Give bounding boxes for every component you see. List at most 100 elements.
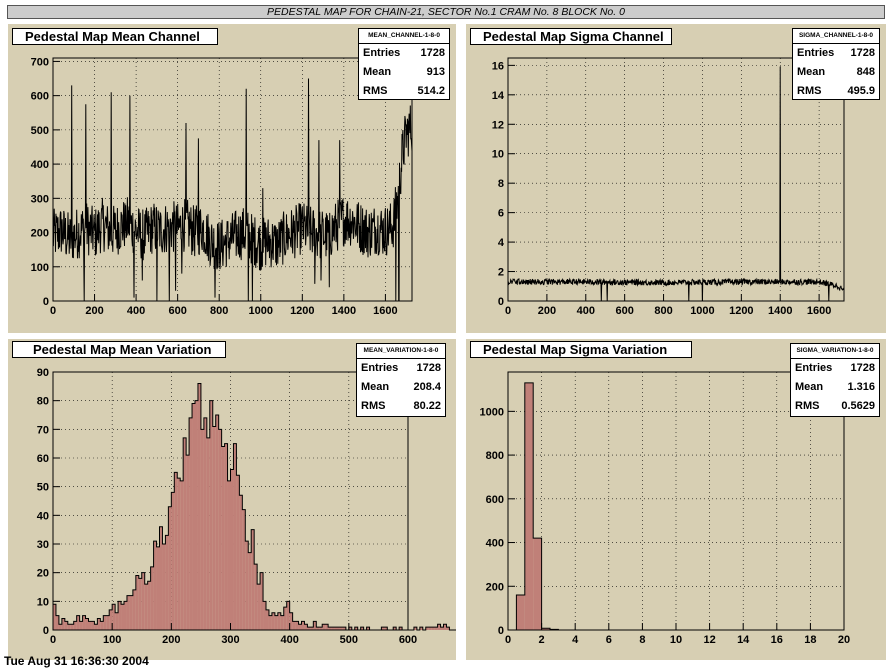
histogram-bar bbox=[100, 621, 104, 630]
histogram-bar bbox=[115, 612, 119, 630]
y-tick-label: 20 bbox=[37, 568, 49, 580]
histogram-bar bbox=[88, 621, 92, 630]
histogram-bar bbox=[533, 538, 542, 630]
x-tick-label: 0 bbox=[50, 634, 56, 646]
rms-value: 0.5629 bbox=[841, 400, 875, 412]
y-tick-label: 10 bbox=[37, 596, 49, 608]
x-tick-label: 2 bbox=[539, 634, 545, 646]
histogram-bar bbox=[192, 403, 195, 630]
y-tick-label: 8 bbox=[498, 178, 504, 190]
y-tick-label: 4 bbox=[498, 237, 505, 249]
y-tick-label: 0 bbox=[498, 296, 504, 308]
y-tick-label: 100 bbox=[31, 262, 49, 274]
y-tick-label: 0 bbox=[43, 296, 49, 308]
histogram-bar bbox=[174, 472, 178, 630]
histogram-bar bbox=[203, 417, 207, 630]
y-tick-label: 2 bbox=[498, 267, 504, 279]
y-tick-label: 700 bbox=[31, 56, 49, 68]
x-tick-label: 0 bbox=[505, 634, 511, 646]
x-tick-label: 800 bbox=[654, 305, 672, 317]
x-tick-label: 1000 bbox=[249, 305, 273, 317]
pad-mean-variation[interactable]: 0 100 200 300 400 500 600 0 10 20 30 40 50 60 70 80 90 P… bbox=[8, 339, 456, 660]
y-tick-label: 12 bbox=[492, 119, 504, 131]
y-tick-label: 600 bbox=[31, 91, 49, 103]
histogram-bar bbox=[121, 604, 124, 630]
mean-label: Mean bbox=[797, 66, 826, 78]
entries-label: Entries bbox=[795, 362, 833, 374]
x-tick-label: 1400 bbox=[332, 305, 356, 317]
histogram-bar bbox=[165, 535, 169, 630]
x-tick-label: 200 bbox=[538, 305, 556, 317]
rms-label: RMS bbox=[361, 400, 386, 412]
stats-box-sigma-channel[interactable]: SIGMA_CHANNEL-1-8-0 Entries 1728 Mean 848 … bbox=[792, 28, 880, 100]
mean-label: Mean bbox=[363, 66, 392, 78]
x-tick-label: 0 bbox=[505, 305, 511, 317]
y-tick-label: 16 bbox=[492, 60, 504, 72]
histogram-bar bbox=[292, 621, 296, 630]
histogram-bar bbox=[124, 601, 127, 630]
y-tick-label: 30 bbox=[37, 539, 49, 551]
y-tick-label: 1000 bbox=[480, 406, 504, 418]
x-tick-label: 8 bbox=[639, 634, 645, 646]
y-tick-label: 300 bbox=[31, 193, 49, 205]
data-trace bbox=[507, 66, 845, 302]
histogram-bar bbox=[257, 584, 261, 630]
entries-value: 1728 bbox=[420, 47, 445, 59]
mean-value: 913 bbox=[426, 66, 445, 78]
pad-mean-channel[interactable]: 0 200 400 600 800 1000 1200 1400 1600 0 100 200 300 4… bbox=[8, 24, 456, 333]
y-tick-label: 14 bbox=[492, 90, 505, 102]
mean-value: 1.316 bbox=[847, 381, 875, 393]
histogram-bar bbox=[180, 480, 184, 630]
histogram-bar bbox=[171, 492, 175, 630]
rms-label: RMS bbox=[795, 400, 820, 412]
histogram-bar bbox=[186, 455, 190, 630]
y-tick-label: 80 bbox=[37, 396, 49, 408]
y-tick-label: 90 bbox=[37, 367, 49, 379]
entries-label: Entries bbox=[363, 47, 401, 59]
x-tick-label: 1400 bbox=[768, 305, 792, 317]
y-tick-label: 400 bbox=[31, 159, 49, 171]
x-tick-label: 1600 bbox=[373, 305, 397, 317]
x-tick-label: 16 bbox=[771, 634, 783, 646]
pad-sigma-channel[interactable]: 0 200 400 600 800 1000 1200 1400 1600 0 2 4 6 8 10 12 14… bbox=[466, 24, 886, 333]
histogram-bar bbox=[129, 595, 133, 630]
x-tick-label: 600 bbox=[615, 305, 633, 317]
histogram-bar bbox=[94, 624, 98, 630]
stats-box-sigma-variation[interactable]: SIGMA_VARIATION-1-8-0 Entries 1728 Mean 1.… bbox=[790, 343, 880, 417]
x-tick-label: 1200 bbox=[729, 305, 753, 317]
mean-value: 848 bbox=[856, 66, 875, 78]
y-tick-label: 40 bbox=[37, 510, 49, 522]
histogram-bar bbox=[67, 624, 71, 630]
pad-sigma-variation[interactable]: 0 2 4 6 8 10 12 14 16 18 20 0 200 400 600 800 1000 Pedes… bbox=[466, 339, 886, 660]
x-tick-label: 800 bbox=[210, 305, 228, 317]
y-tick-label: 50 bbox=[37, 482, 49, 494]
x-tick-label: 100 bbox=[103, 634, 121, 646]
histogram-bar bbox=[79, 621, 83, 630]
stats-box-mean-channel[interactable]: MEAN_CHANNEL-1-8-0 Entries 1728 Mean 913 R… bbox=[358, 28, 450, 100]
x-tick-label: 18 bbox=[804, 634, 816, 646]
entries-value: 1728 bbox=[850, 362, 875, 374]
y-tick-label: 6 bbox=[498, 208, 504, 220]
histogram-bar bbox=[524, 382, 534, 630]
rms-value: 80.22 bbox=[413, 400, 441, 412]
histogram-bar bbox=[516, 595, 525, 630]
histogram-bar bbox=[218, 429, 222, 630]
y-tick-label: 600 bbox=[486, 494, 504, 506]
y-tick-label: 500 bbox=[31, 125, 49, 137]
rms-label: RMS bbox=[363, 85, 388, 97]
y-tick-label: 800 bbox=[486, 450, 504, 462]
x-tick-label: 14 bbox=[737, 634, 750, 646]
title-sigma-channel: Pedestal Map Sigma Channel bbox=[470, 28, 672, 45]
histogram-bar bbox=[138, 578, 142, 630]
mean-value: 208.4 bbox=[413, 381, 441, 393]
x-tick-label: 12 bbox=[703, 634, 715, 646]
x-tick-label: 500 bbox=[340, 634, 358, 646]
y-tick-label: 60 bbox=[37, 453, 49, 465]
title-sigma-variation: Pedestal Map Sigma Variation bbox=[470, 341, 692, 358]
x-tick-label: 20 bbox=[838, 634, 850, 646]
histogram-bar bbox=[195, 400, 198, 630]
histogram-bar bbox=[206, 437, 210, 630]
x-tick-label: 400 bbox=[577, 305, 595, 317]
stats-box-mean-variation[interactable]: MEAN_VARIATION-1-8-0 Entries 1728 Mean 208… bbox=[356, 343, 446, 417]
data-trace bbox=[52, 78, 413, 302]
